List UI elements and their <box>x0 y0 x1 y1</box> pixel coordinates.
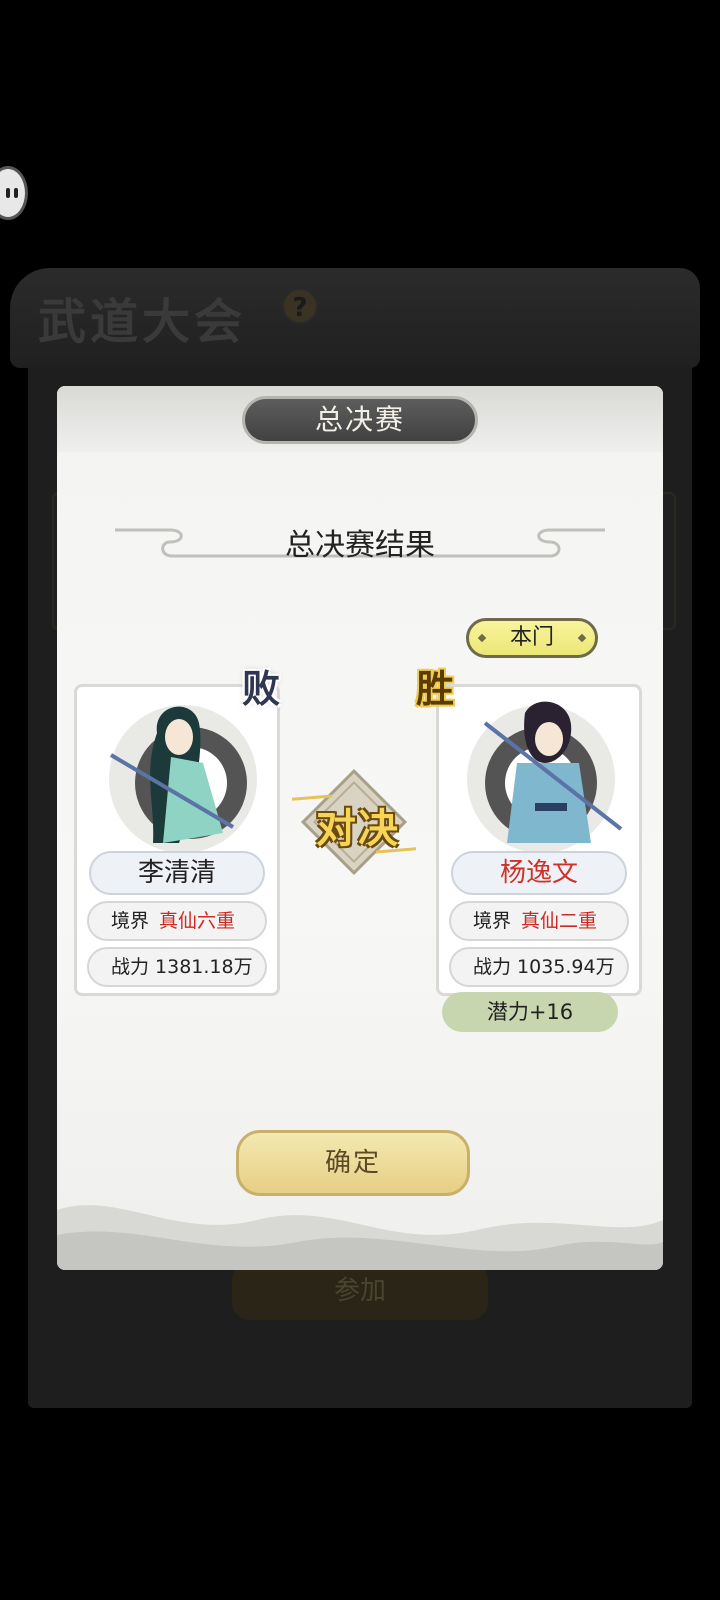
fighter-portrait <box>467 701 623 853</box>
defeat-mark: 败 <box>242 666 281 711</box>
versus-label: 对决 <box>316 805 400 852</box>
tab-finals: 总决赛 <box>242 396 478 444</box>
join-button: 参加 <box>232 1262 488 1320</box>
fighter-name: 李清清 <box>89 851 265 895</box>
fighter-portrait <box>109 705 257 853</box>
victory-mark: 胜 <box>416 666 455 711</box>
power-stat: 战力 1381.18万 <box>87 947 267 987</box>
power-stat: 战力 1035.94万 <box>449 947 629 987</box>
sect-badge: 本门 <box>466 618 598 658</box>
fighter-name: 杨逸文 <box>451 851 627 895</box>
chat-bubble-button[interactable] <box>0 166 28 220</box>
help-icon[interactable]: ? <box>282 288 318 324</box>
confirm-button[interactable]: 确定 <box>236 1130 470 1196</box>
fighter-card-winner[interactable]: 杨逸文 境界 真仙二重 战力 1035.94万 <box>436 684 642 996</box>
fighter-card-loser[interactable]: 李清清 境界 真仙六重 战力 1381.18万 <box>74 684 280 996</box>
realm-value: 真仙六重 <box>159 910 236 932</box>
power-label: 战力 <box>111 956 150 978</box>
background-title: 武道大会 <box>38 294 247 350</box>
realm-label: 境界 <box>473 910 512 932</box>
realm-stat: 境界 真仙六重 <box>87 901 267 941</box>
power-value: 1381.18万 <box>155 956 253 978</box>
realm-stat: 境界 真仙二重 <box>449 901 629 941</box>
realm-value: 真仙二重 <box>521 910 598 932</box>
result-title: 总决赛结果 <box>285 528 435 563</box>
power-value: 1035.94万 <box>517 956 615 978</box>
realm-label: 境界 <box>111 910 150 932</box>
chat-icon <box>6 188 18 198</box>
potential-reward: 潜力+16 <box>442 992 618 1032</box>
power-label: 战力 <box>473 956 512 978</box>
